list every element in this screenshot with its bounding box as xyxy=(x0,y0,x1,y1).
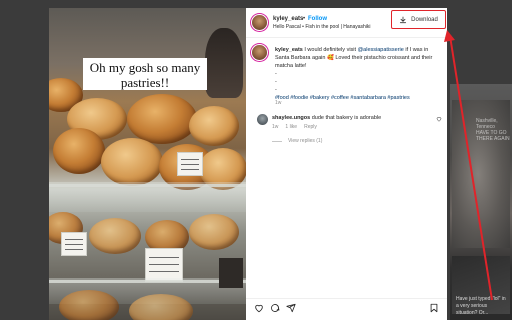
share-icon[interactable] xyxy=(286,303,296,313)
person-silhouette xyxy=(205,28,243,98)
comment-likes[interactable]: 1 like xyxy=(285,124,297,130)
background-thumbnail-caption: Have just typed "lol" in a very serious … xyxy=(456,296,506,316)
pastry xyxy=(189,106,239,146)
pastry xyxy=(59,290,119,320)
bookmark-icon[interactable] xyxy=(429,303,439,313)
post-image[interactable] xyxy=(49,8,246,320)
price-sign xyxy=(61,232,87,256)
image-overlay-text: Oh my gosh so many pastries!! xyxy=(83,58,207,90)
view-replies-label: View replies (1) xyxy=(288,138,323,144)
background-thumbnail-text: Nashville, Tenneco HAVE TO GO THERE AGAI… xyxy=(476,118,510,142)
comment-icon[interactable] xyxy=(270,303,280,313)
pastry xyxy=(89,218,141,254)
author-username[interactable]: kyley_eats xyxy=(273,16,303,22)
post-caption: kyley_eats I would definitely visit @ale… xyxy=(275,46,441,102)
caption-text-1: I would definitely visit xyxy=(304,47,357,53)
pastry xyxy=(189,214,239,250)
comment-username[interactable]: shaylee.ungos xyxy=(272,115,310,121)
separator-dot: • xyxy=(303,16,306,22)
download-label: Download xyxy=(411,16,438,23)
price-sign xyxy=(145,248,183,282)
caption-time[interactable]: 1w xyxy=(275,100,281,106)
post-actions xyxy=(246,298,447,320)
caption-username[interactable]: kyley_eats xyxy=(275,47,303,53)
view-replies-line xyxy=(272,140,282,142)
heart-icon[interactable] xyxy=(254,303,264,313)
caption-dash: - xyxy=(275,87,277,93)
shelf-edge xyxy=(49,184,246,187)
download-icon xyxy=(400,16,407,23)
download-button[interactable]: Download xyxy=(391,10,446,29)
author-avatar[interactable] xyxy=(252,15,267,30)
price-sign xyxy=(177,152,203,176)
view-replies-button[interactable]: View replies (1) xyxy=(272,138,322,144)
pastry xyxy=(53,128,105,174)
follow-button[interactable]: Follow xyxy=(308,16,327,22)
shelf-edge xyxy=(49,280,246,283)
comment-like-heart-icon[interactable] xyxy=(436,116,442,122)
comment-item: shaylee.ungos dude that bakery is adorab… xyxy=(272,114,432,122)
comment-reply-button[interactable]: Reply xyxy=(304,124,317,130)
comment-meta: 1w 1 like Reply xyxy=(272,124,317,130)
caption-mention[interactable]: @alessiapatisserie xyxy=(358,47,404,53)
pastry xyxy=(101,138,163,186)
caption-hashtags[interactable]: #food #foodie #bakery #coffee #santabarb… xyxy=(275,95,410,101)
comment-time[interactable]: 1w xyxy=(272,124,278,130)
pastry xyxy=(129,294,193,320)
caption-dash: - xyxy=(275,79,277,85)
commenter-avatar[interactable] xyxy=(257,114,268,125)
caption-author-avatar[interactable] xyxy=(252,45,267,60)
post-detail-panel: kyley_eats • Follow Hello Pascal • Fish … xyxy=(246,8,447,320)
comment-text: dude that bakery is adorable xyxy=(311,115,382,121)
pastry xyxy=(127,94,197,144)
audio-line[interactable]: Hello Pascal • Fish in the pool | Hanaya… xyxy=(273,24,371,30)
caption-dash: - xyxy=(275,71,277,77)
dark-sign xyxy=(219,258,243,288)
